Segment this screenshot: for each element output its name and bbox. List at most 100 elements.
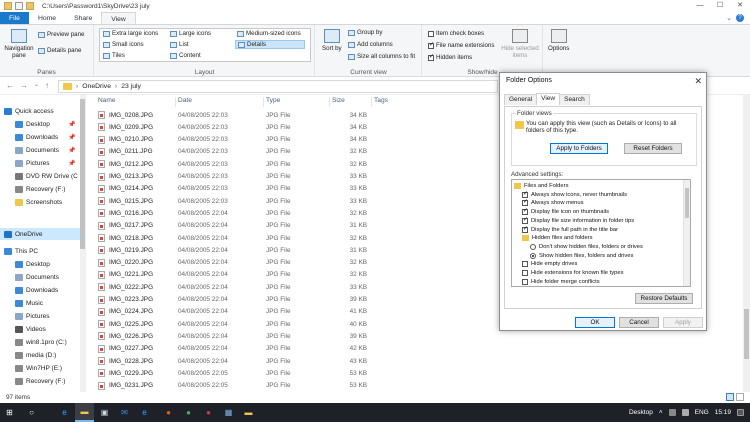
- nav-item[interactable]: win8.1pro (C:): [0, 336, 67, 348]
- tab-share[interactable]: Share: [65, 12, 101, 24]
- pin-icon[interactable]: 📌: [68, 121, 75, 128]
- maximize-button[interactable]: ☐: [710, 0, 730, 12]
- edge2-icon[interactable]: e: [135, 403, 154, 422]
- file-row[interactable]: IMG_0212.JPG 04/08/2005 22:03 JPG File 32 K…: [87, 158, 487, 170]
- advanced-setting[interactable]: Display the full path in the title bar: [522, 225, 618, 234]
- nav-item[interactable]: media (D:): [0, 349, 56, 361]
- item-check-boxes-checkbox[interactable]: [428, 30, 434, 37]
- setting-checkbox[interactable]: [522, 278, 528, 285]
- advanced-setting[interactable]: Hide extensions for known file types: [522, 269, 623, 277]
- size-columns-button[interactable]: Size all columns to fit: [348, 53, 415, 60]
- nav-item[interactable]: Documents 📌: [0, 144, 75, 156]
- apply-button[interactable]: Apply: [663, 317, 703, 328]
- layout-content[interactable]: Content: [170, 52, 201, 59]
- setting-checkbox[interactable]: [522, 225, 528, 233]
- advanced-setting[interactable]: Don't show hidden files, folders or driv…: [530, 243, 643, 251]
- restore-defaults-button[interactable]: Restore Defaults: [635, 293, 693, 304]
- chrome-icon[interactable]: ●: [179, 403, 198, 422]
- search-icon[interactable]: ○: [22, 403, 41, 422]
- advanced-setting[interactable]: Show hidden files, folders and drives: [530, 252, 633, 260]
- close-button[interactable]: ✕: [730, 0, 750, 12]
- file-row[interactable]: IMG_0225.JPG 04/08/2005 22:04 JPG File 40 K…: [87, 318, 487, 330]
- mail-icon[interactable]: ✉: [115, 403, 134, 422]
- forward-arrow-icon[interactable]: →: [20, 81, 28, 90]
- hidden-items-toggle[interactable]: Hidden items: [428, 53, 472, 61]
- chevron-up-icon[interactable]: ˄: [659, 409, 663, 416]
- notifications-icon[interactable]: [737, 409, 744, 416]
- file-row[interactable]: IMG_0211.JPG 04/08/2005 22:03 JPG File 32 K…: [87, 146, 487, 158]
- layout-tiles[interactable]: Tiles: [103, 52, 125, 59]
- advanced-setting[interactable]: Hide empty drives: [522, 260, 577, 268]
- add-columns-button[interactable]: Add columns: [348, 41, 393, 48]
- column-header-size[interactable]: Size: [332, 97, 345, 104]
- column-header-name[interactable]: Name: [98, 97, 116, 104]
- tab-view[interactable]: View: [536, 93, 561, 104]
- network-icon[interactable]: [668, 409, 676, 416]
- file-row[interactable]: IMG_0218.JPG 04/08/2005 22:04 JPG File 32 K…: [87, 232, 487, 244]
- file-list-scrollbar-thumb[interactable]: [744, 309, 749, 359]
- nav-item[interactable]: Pictures: [0, 310, 49, 322]
- layout-extra-large-icons[interactable]: Extra large icons: [103, 30, 158, 37]
- item-check-boxes-toggle[interactable]: Item check boxes: [428, 30, 484, 37]
- layout-details[interactable]: Details: [235, 40, 305, 49]
- nav-item[interactable]: Recovery (F:): [0, 183, 65, 195]
- properties-icon[interactable]: [15, 2, 23, 10]
- column-header-date[interactable]: Date: [178, 97, 192, 104]
- file-row[interactable]: IMG_0213.JPG 04/08/2005 22:03 JPG File 33 K…: [87, 171, 487, 183]
- advanced-setting[interactable]: Display file icon on thumbnails: [522, 207, 609, 216]
- tab-general[interactable]: General: [504, 94, 538, 105]
- nav-item[interactable]: Documents: [0, 271, 59, 283]
- layout-large-icons[interactable]: Large icons: [170, 30, 211, 37]
- options-button[interactable]: Options: [548, 29, 569, 52]
- pin-icon[interactable]: 📌: [68, 160, 75, 167]
- file-row[interactable]: IMG_0220.JPG 04/08/2005 22:04 JPG File 32 K…: [87, 257, 487, 269]
- ok-button[interactable]: OK: [575, 317, 615, 328]
- hide-selected-button[interactable]: Hide selected items: [501, 29, 539, 59]
- layout-medium-icons[interactable]: Medium-sized icons: [237, 30, 301, 37]
- new-folder-icon[interactable]: [26, 2, 34, 10]
- details-pane-button[interactable]: Details pane: [38, 47, 81, 54]
- nav-item[interactable]: Downloads: [0, 284, 58, 296]
- nav-item[interactable]: Win7HP (E:): [0, 362, 62, 374]
- desktop-toolbar-label[interactable]: Desktop: [629, 409, 653, 416]
- volume-icon[interactable]: [681, 409, 689, 416]
- hidden-items-checkbox[interactable]: [428, 53, 434, 61]
- advanced-scrollbar-thumb[interactable]: [685, 188, 689, 218]
- file-row[interactable]: IMG_0209.JPG 04/08/2005 22:03 JPG File 34 K…: [87, 121, 487, 133]
- nav-item[interactable]: Music: [0, 297, 43, 309]
- group-by-button[interactable]: Group by: [348, 29, 382, 36]
- file-row[interactable]: IMG_0229.JPG 04/08/2005 22:05 JPG File 53 K…: [87, 367, 487, 379]
- reset-folders-button[interactable]: Reset Folders: [624, 143, 682, 154]
- sort-by-button[interactable]: Sort by: [322, 29, 342, 52]
- setting-radio[interactable]: [530, 252, 536, 259]
- nav-item[interactable]: Desktop 📌: [0, 118, 75, 130]
- file-row[interactable]: IMG_0227.JPG 04/08/2005 22:04 JPG File 42 K…: [87, 343, 487, 355]
- nav-item[interactable]: OneDrive: [0, 228, 80, 240]
- tab-file[interactable]: File: [0, 12, 29, 24]
- chevron-down-icon[interactable]: ⌄: [726, 14, 732, 22]
- file-row[interactable]: IMG_0222.JPG 04/08/2005 22:04 JPG File 33 K…: [87, 281, 487, 293]
- setting-checkbox[interactable]: [522, 261, 528, 268]
- language-indicator[interactable]: ENG: [695, 409, 709, 416]
- file-row[interactable]: IMG_0216.JPG 04/08/2005 22:04 JPG File 32 K…: [87, 207, 487, 219]
- file-row[interactable]: IMG_0231.JPG 04/08/2005 22:05 JPG File 53 K…: [87, 380, 487, 392]
- help-icon[interactable]: ?: [736, 14, 744, 22]
- file-row[interactable]: IMG_0208.JPG 04/08/2005 22:03 JPG File 34 K…: [87, 109, 487, 121]
- nav-scrollbar[interactable]: [80, 95, 85, 392]
- navigation-pane-button[interactable]: Navigation pane: [4, 29, 34, 59]
- nav-item[interactable]: Quick access: [0, 105, 54, 117]
- file-row[interactable]: IMG_0217.JPG 04/08/2005 22:04 JPG File 31 K…: [87, 220, 487, 232]
- back-arrow-icon[interactable]: ←: [6, 81, 14, 90]
- tab-home[interactable]: Home: [29, 12, 65, 24]
- firefox-icon[interactable]: ●: [159, 403, 178, 422]
- preview-pane-button[interactable]: Preview pane: [38, 31, 85, 38]
- apply-to-folders-button[interactable]: Apply to Folders: [550, 143, 608, 154]
- nav-scrollbar-thumb[interactable]: [80, 99, 85, 249]
- details-view-button[interactable]: [726, 393, 734, 401]
- edge-icon[interactable]: e: [55, 403, 74, 422]
- setting-checkbox[interactable]: [522, 198, 528, 207]
- nav-item[interactable]: DVD RW Drive (C: [0, 170, 78, 182]
- file-name-extensions-toggle[interactable]: File name extensions: [428, 41, 494, 49]
- file-row[interactable]: IMG_0214.JPG 04/08/2005 22:03 JPG File 33 K…: [87, 183, 487, 195]
- advanced-setting[interactable]: Display file size information in folder …: [522, 216, 634, 225]
